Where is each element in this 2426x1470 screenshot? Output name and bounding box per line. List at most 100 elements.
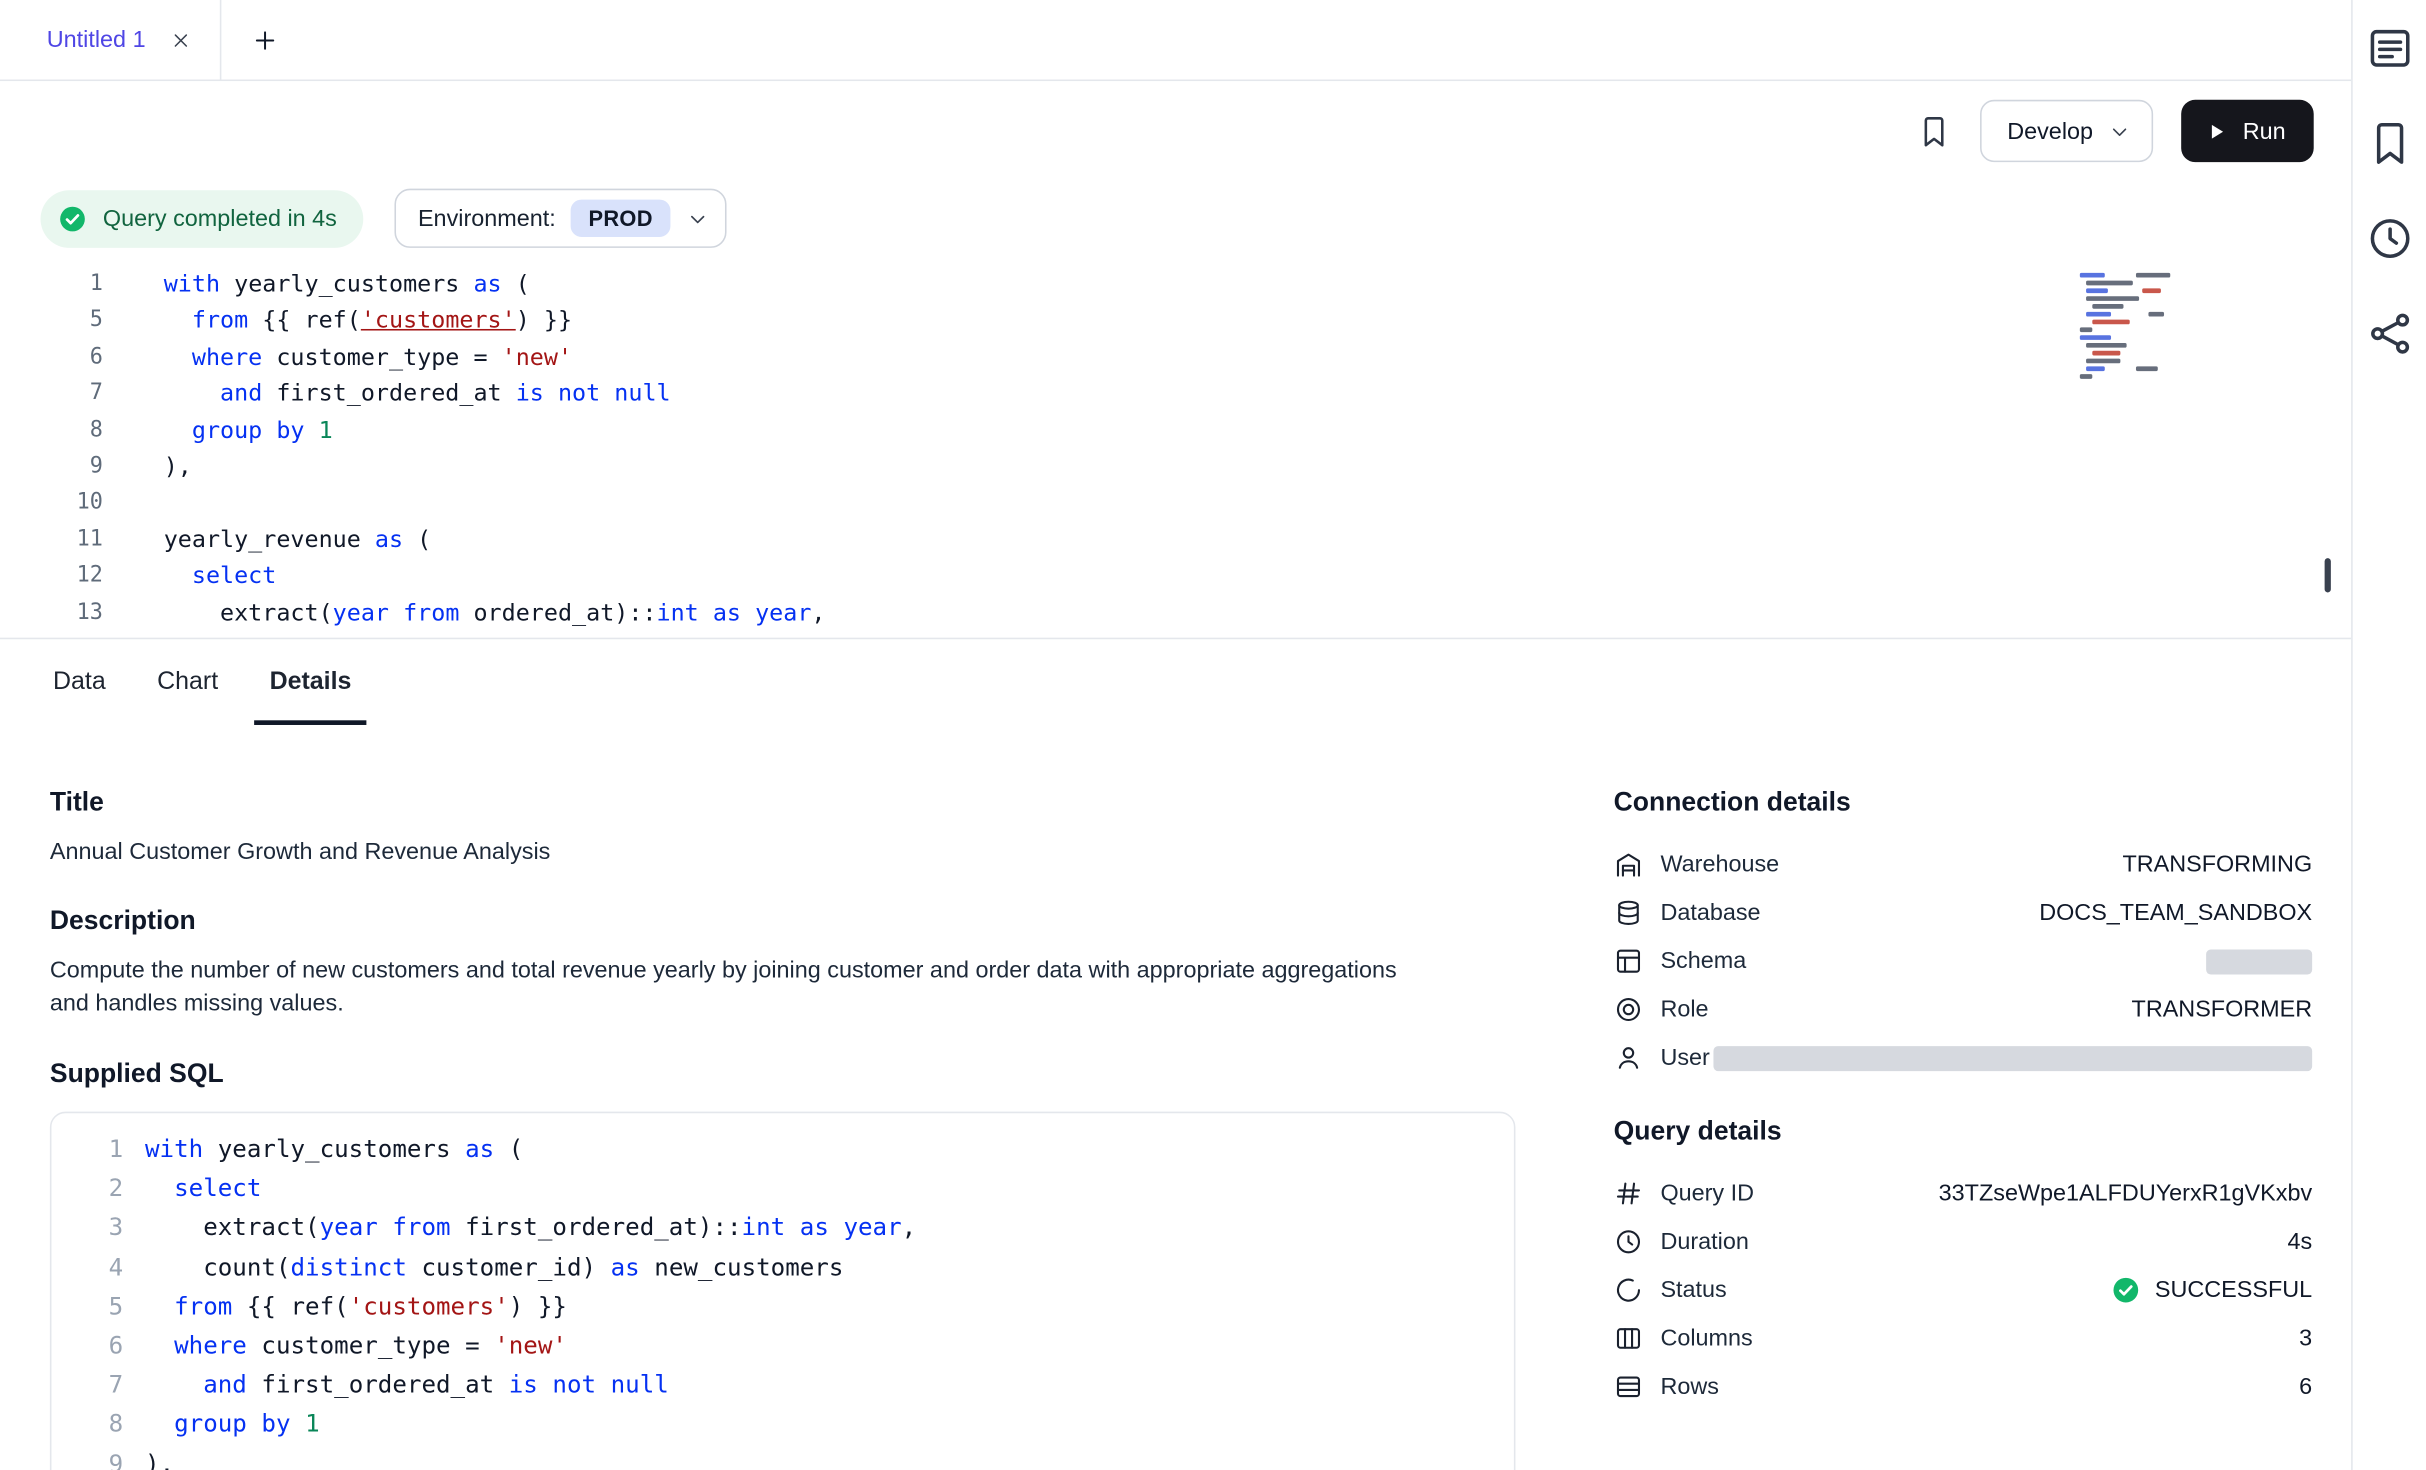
code-text: with yearly_customers as (: [145, 1130, 523, 1169]
editor-minimap[interactable]: [2080, 273, 2202, 382]
detail-label: Database: [1660, 900, 1760, 927]
tab-details[interactable]: Details: [254, 639, 367, 725]
code-text: ),: [145, 1445, 174, 1470]
line-number: 8: [76, 1405, 123, 1444]
detail-row: Database DOCS_TEAM_SANDBOX: [1614, 889, 2312, 937]
detail-value: TRANSFORMING: [2122, 851, 2312, 878]
close-icon[interactable]: [171, 29, 193, 51]
code-line: 12 select: [0, 558, 2351, 594]
line-number: 5: [0, 303, 103, 339]
line-number: 7: [0, 376, 103, 412]
query-rows: Query ID 33TZseWpe1ALFDUYerxR1gVKxbv Durat…: [1614, 1169, 2312, 1411]
main-area: Untitled 1 Develop Run Query c: [0, 0, 2351, 1470]
plus-icon: [252, 26, 280, 54]
sql-editor[interactable]: 1with yearly_customers as (5 from {{ ref…: [0, 256, 2351, 638]
detail-row: Duration4s: [1614, 1218, 2312, 1266]
detail-value: 33TZseWpe1ALFDUYerxR1gVKxbv: [1939, 1180, 2312, 1207]
line-number: 11: [0, 522, 103, 558]
line-number: 10: [0, 485, 103, 521]
query-status-pill: Query completed in 4s: [41, 189, 364, 247]
environment-value: PROD: [571, 200, 670, 237]
warehouse-icon: [1614, 850, 1644, 880]
detail-value: DOCS_TEAM_SANDBOX: [2039, 900, 2312, 927]
code-line: 10: [0, 485, 2351, 521]
line-number: 13: [0, 595, 103, 631]
detail-row: Schema: [1614, 937, 2312, 985]
schema-icon: [1614, 946, 1644, 976]
columns-icon: [1614, 1324, 1644, 1354]
code-text: where customer_type = 'new': [145, 1327, 567, 1366]
line-number: 9: [76, 1445, 123, 1470]
role-icon: [1614, 995, 1644, 1025]
detail-label: Duration: [1660, 1229, 1748, 1256]
code-line: 7 and first_ordered_at is not null: [0, 376, 2351, 412]
redacted-value: [2206, 949, 2312, 974]
code-text: and first_ordered_at is not null: [145, 1366, 669, 1405]
detail-row: Columns3: [1614, 1314, 2312, 1362]
line-number: 8: [0, 412, 103, 448]
environment-label: Environment:: [418, 205, 556, 232]
code-line: 4 count(distinct customer_id) as new_cus…: [76, 1248, 1513, 1287]
code-text: from {{ ref('customers') }}: [164, 303, 572, 339]
code-line: 1with yearly_customers as (: [0, 267, 2351, 303]
bookmark-icon: [2364, 118, 2414, 168]
code-line: 5 from {{ ref('customers') }}: [76, 1287, 1513, 1326]
rows-icon: [1614, 1372, 1644, 1402]
run-button[interactable]: Run: [2182, 100, 2314, 162]
line-number: 4: [76, 1248, 123, 1287]
detail-row: RoleTRANSFORMER: [1614, 985, 2312, 1033]
environment-selector[interactable]: Environment: PROD: [395, 189, 727, 248]
query-details-heading: Query details: [1614, 1116, 2312, 1147]
code-line: 1with yearly_customers as (: [76, 1130, 1513, 1169]
details-panel: Title Annual Customer Growth and Revenue…: [0, 725, 2351, 1470]
tab-chart[interactable]: Chart: [142, 639, 234, 725]
status-icon: [1614, 1275, 1644, 1305]
code-line: 8 group by 1: [76, 1405, 1513, 1444]
editor-code: 1with yearly_customers as (5 from {{ ref…: [0, 267, 2351, 632]
code-text: extract(year from first_ordered_at)::int…: [145, 1209, 916, 1248]
detail-value: 3: [2299, 1325, 2312, 1352]
detail-value: TRANSFORMER: [2132, 996, 2313, 1023]
code-line: 6 where customer_type = 'new': [0, 340, 2351, 376]
detail-label: Rows: [1660, 1374, 1718, 1401]
result-tabs: DataChartDetails: [0, 638, 2351, 725]
toolbar: Develop Run: [0, 81, 2351, 181]
lineage-button[interactable]: [2364, 309, 2414, 359]
title-heading: Title: [50, 787, 1516, 818]
status-row: Query completed in 4s Environment: PROD: [0, 181, 2351, 256]
details-left-column: Title Annual Customer Growth and Revenue…: [50, 787, 1516, 1470]
bookmark-icon: [1917, 113, 1953, 149]
detail-row: Warehouse TRANSFORMING: [1614, 840, 2312, 888]
detail-label: Status: [1660, 1277, 1726, 1304]
detail-value: 6: [2299, 1374, 2312, 1401]
code-text: group by 1: [145, 1405, 320, 1444]
develop-label: Develop: [2007, 118, 2093, 145]
code-line: 6 where customer_type = 'new': [76, 1327, 1513, 1366]
detail-value: [2206, 949, 2312, 974]
line-number: 2: [76, 1170, 123, 1209]
detail-label: Query ID: [1660, 1180, 1754, 1207]
editor-scrollbar[interactable]: [2325, 558, 2331, 592]
details-right-column: Connection details WarehouseTRANSFORMING…: [1614, 787, 2312, 1470]
query-status-text: Query completed in 4s: [103, 205, 337, 232]
code-line: 2 select: [76, 1170, 1513, 1209]
history-button[interactable]: [2364, 214, 2414, 264]
tab-untitled-1[interactable]: Untitled 1: [0, 0, 222, 80]
bookmark-button[interactable]: [2364, 118, 2414, 168]
develop-dropdown[interactable]: Develop: [1981, 100, 2154, 162]
detail-label: Warehouse: [1660, 851, 1779, 878]
tab-bar: Untitled 1: [0, 0, 2351, 81]
code-line: 11yearly_revenue as (: [0, 522, 2351, 558]
detail-row: User: [1614, 1034, 2312, 1082]
app: Untitled 1 Develop Run Query c: [0, 0, 2426, 1470]
redacted-value: [1713, 1045, 2312, 1070]
description-heading: Description: [50, 906, 1516, 937]
bookmark-button[interactable]: [1917, 113, 1953, 149]
tab-data[interactable]: Data: [37, 639, 121, 725]
code-text: extract(year from ordered_at)::int as ye…: [164, 595, 826, 631]
database-icon: [1614, 898, 1644, 928]
code-line: 9),: [76, 1445, 1513, 1470]
line-number: 6: [76, 1327, 123, 1366]
query-list-button[interactable]: [2364, 23, 2414, 73]
new-tab-button[interactable]: [222, 0, 309, 80]
